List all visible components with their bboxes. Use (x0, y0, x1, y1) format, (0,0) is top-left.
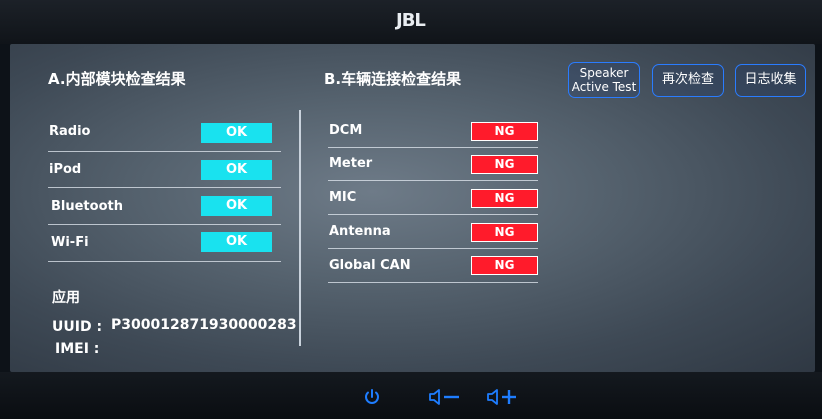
row-divider (48, 151, 281, 152)
row-label-dcm: DCM (329, 123, 363, 138)
power-icon[interactable] (363, 388, 381, 410)
status-badge-antenna: NG (471, 223, 538, 242)
row-label-radio: Radio (49, 124, 91, 139)
recheck-button[interactable]: 再次检查 (652, 64, 724, 97)
brand-logo: JBL (396, 10, 426, 31)
uuid-label: UUID : (52, 319, 103, 335)
volume-up-icon[interactable] (486, 388, 520, 410)
status-badge-radio: OK (201, 123, 272, 143)
status-badge-dcm: NG (471, 122, 538, 141)
row-label-global-can: Global CAN (329, 258, 411, 273)
row-divider (48, 224, 281, 225)
head-unit-screen: A.内部模块检查结果 Radio OK iPod OK Bluetooth OK… (10, 44, 815, 372)
row-label-bluetooth: Bluetooth (51, 199, 123, 214)
status-badge-mic: NG (471, 189, 538, 208)
row-divider (48, 261, 281, 262)
uuid-value: P300012871930000283 (111, 317, 297, 333)
right-panel-title: B.车辆连接检查结果 (324, 70, 462, 88)
status-badge-ipod: OK (201, 160, 272, 180)
row-label-meter: Meter (329, 156, 373, 171)
speaker-active-test-button[interactable]: Speaker Active Test (568, 62, 640, 98)
status-badge-meter: NG (471, 155, 538, 174)
row-label-mic: MIC (329, 190, 357, 205)
status-badge-bluetooth: OK (201, 196, 272, 216)
speaker-button-line2: Active Test (571, 80, 637, 94)
device-bezel-bottom (0, 372, 822, 419)
speaker-button-line1: Speaker (579, 66, 629, 80)
row-divider (328, 282, 538, 283)
row-label-ipod: iPod (49, 162, 82, 177)
row-divider (328, 248, 538, 249)
left-panel-title: A.内部模块检查结果 (48, 70, 186, 88)
status-badge-wifi: OK (201, 232, 272, 252)
status-badge-global-can: NG (471, 256, 538, 275)
imei-label: IMEI : (55, 341, 100, 357)
volume-down-icon[interactable] (428, 388, 462, 410)
row-divider (328, 180, 538, 181)
row-divider (48, 187, 281, 188)
row-divider (328, 147, 538, 148)
device-bezel-top: JBL (0, 0, 822, 44)
row-divider (328, 214, 538, 215)
log-collect-button[interactable]: 日志收集 (735, 64, 806, 97)
row-label-antenna: Antenna (329, 224, 391, 239)
panel-divider (299, 110, 301, 346)
app-label: 应用 (52, 290, 80, 306)
row-label-wifi: Wi-Fi (51, 235, 89, 250)
